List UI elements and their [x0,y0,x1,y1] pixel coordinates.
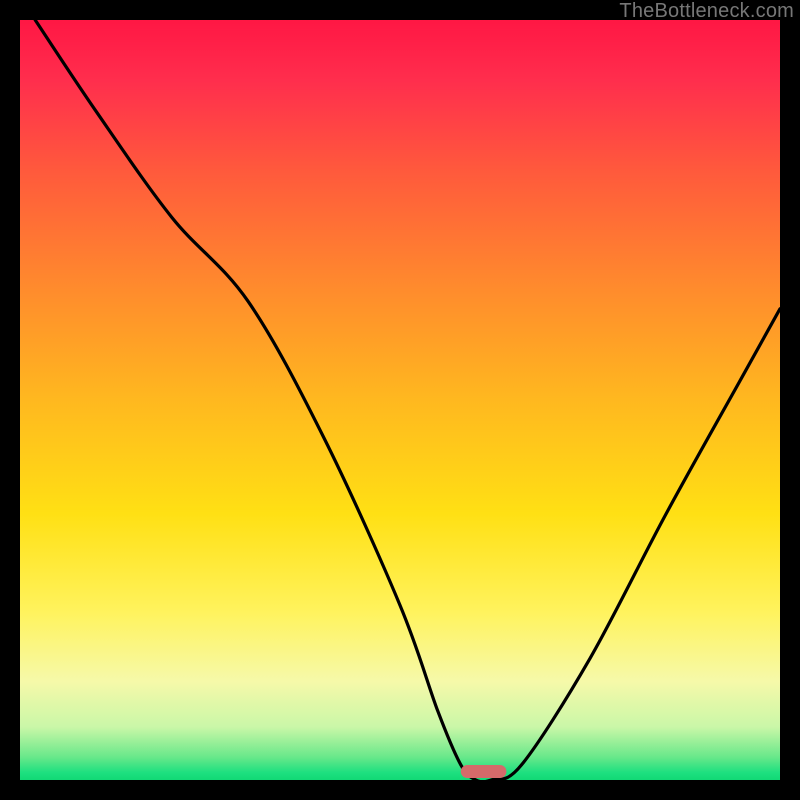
bottleneck-curve [20,20,780,780]
plot-area [20,20,780,780]
attribution-text: TheBottleneck.com [619,0,794,23]
optimal-marker [20,20,780,780]
chart-frame: TheBottleneck.com [0,0,800,800]
